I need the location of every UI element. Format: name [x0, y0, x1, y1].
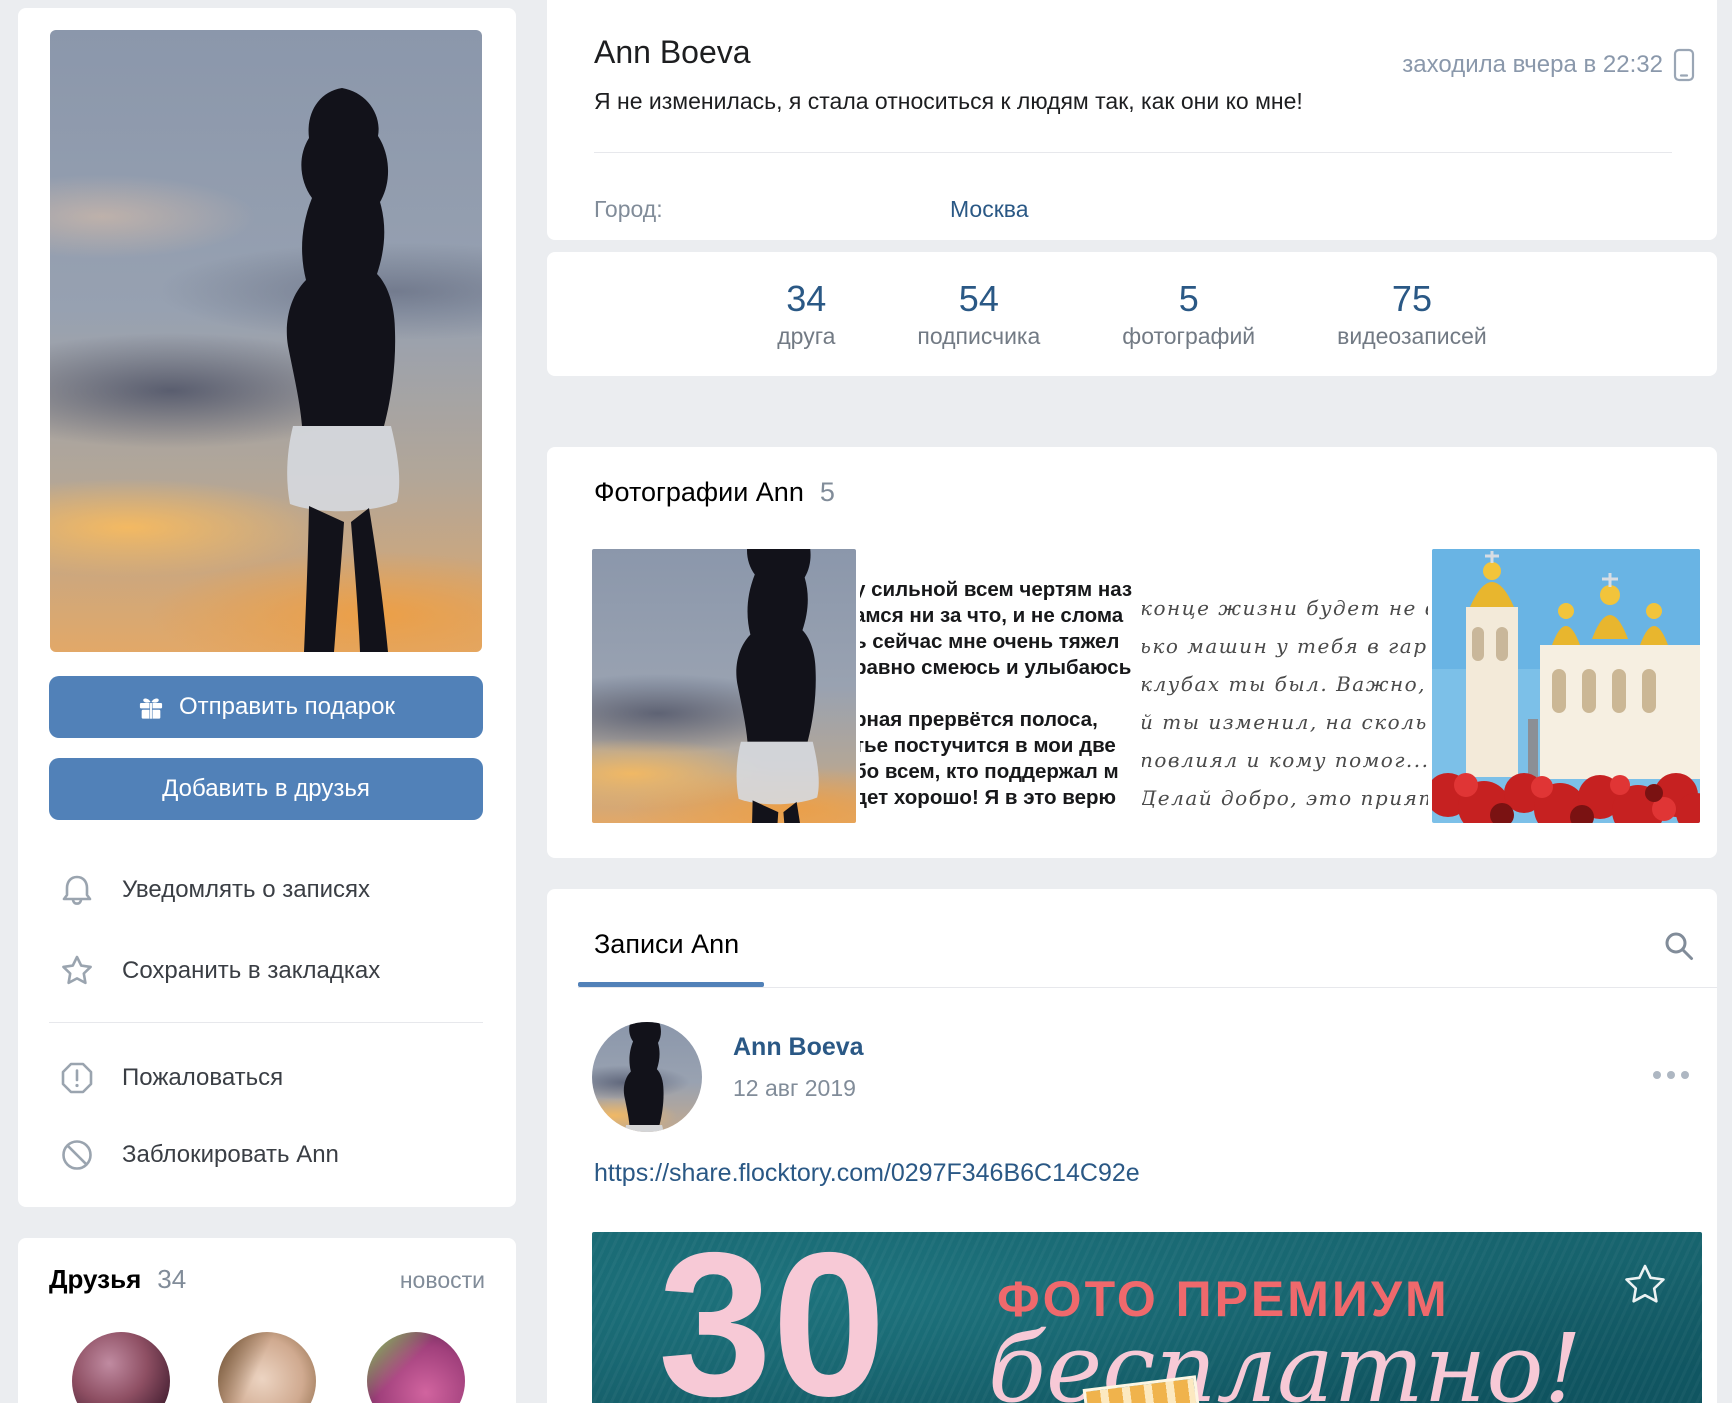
status-text[interactable]: Я не изменилась, я стала относиться к лю…	[594, 88, 1303, 115]
post-author-avatar[interactable]	[592, 1022, 702, 1132]
profile-photo-silhouette	[50, 30, 482, 652]
post-avatar-silhouette	[592, 1022, 702, 1132]
last-seen-text: заходила вчера в 22:32	[1402, 51, 1663, 79]
notify-posts-action[interactable]: Уведомлять о записях	[58, 867, 370, 913]
counter-videos[interactable]: 75 видеозаписей	[1329, 279, 1495, 350]
report-label: Пожаловаться	[122, 1064, 283, 1092]
photo-thumbnail-silhouette[interactable]	[592, 549, 856, 823]
counter-value: 5	[1179, 279, 1199, 319]
save-bookmarks-action[interactable]: Сохранить в закладках	[58, 948, 380, 994]
counter-label: видеозаписей	[1337, 323, 1487, 350]
add-friend-label: Добавить в друзья	[162, 775, 370, 803]
photos-count: 5	[820, 477, 835, 508]
city-link[interactable]: Москва	[950, 196, 1029, 223]
friend-avatar[interactable]	[72, 1332, 170, 1403]
phone-icon	[1673, 48, 1695, 82]
counter-value: 54	[959, 279, 999, 319]
photos-title[interactable]: Фотографии Ann	[594, 477, 804, 508]
counter-value: 75	[1392, 279, 1432, 319]
friends-news-link[interactable]: новости	[400, 1267, 485, 1294]
photo-thumbnail-church[interactable]	[1432, 549, 1700, 823]
friend-avatar[interactable]	[367, 1332, 465, 1403]
tab-wall-posts[interactable]: Записи Ann	[594, 929, 739, 960]
bell-icon	[58, 871, 96, 909]
send-gift-button[interactable]: Отправить подарок	[49, 676, 483, 738]
counter-label: друга	[777, 323, 835, 350]
save-bookmarks-label: Сохранить в закладках	[122, 957, 380, 985]
counter-photos[interactable]: 5 фотографий	[1114, 279, 1263, 350]
notify-posts-label: Уведомлять о записях	[122, 876, 370, 904]
city-label: Город:	[594, 196, 663, 223]
last-seen: заходила вчера в 22:32	[1402, 48, 1695, 82]
friends-title-link[interactable]: Друзья	[49, 1264, 141, 1295]
friend-avatar[interactable]	[218, 1332, 316, 1403]
post-link[interactable]: https://share.flocktory.com/0297F346B6C1…	[594, 1159, 1140, 1188]
photos-card: Фотографии Ann 5 у сильной всем чертям н…	[547, 447, 1717, 858]
send-gift-label: Отправить подарок	[179, 693, 395, 721]
sidebar-divider	[49, 1022, 483, 1023]
post-author-link[interactable]: Ann Boeva	[733, 1033, 864, 1062]
counter-followers[interactable]: 54 подписчика	[909, 279, 1048, 350]
post-date-link[interactable]: 12 авг 2019	[733, 1075, 856, 1102]
counter-label: фотографий	[1122, 323, 1255, 350]
report-icon	[58, 1059, 96, 1097]
counter-value: 34	[786, 279, 826, 319]
banner-number: 30	[658, 1232, 886, 1403]
counters-card: 34 друга 54 подписчика 5 фотографий 75 в…	[547, 252, 1717, 376]
photos-row: у сильной всем чертям наз амся ни за что…	[592, 549, 1700, 823]
friends-count: 34	[157, 1264, 186, 1295]
add-friend-button[interactable]: Добавить в друзья	[49, 758, 483, 820]
block-user-action[interactable]: Заблокировать Ann	[58, 1132, 339, 1178]
star-icon	[58, 952, 96, 990]
photo-silhouette	[592, 549, 856, 823]
report-action[interactable]: Пожаловаться	[58, 1055, 283, 1101]
gift-icon	[137, 693, 165, 721]
search-icon[interactable]	[1663, 930, 1695, 962]
photo-thumbnail-quote-script[interactable]: конце жизни будет не важ ько машин у теб…	[1142, 549, 1428, 823]
vk-profile-page: Отправить подарок Добавить в друзья Увед…	[0, 0, 1732, 1403]
star-outline-icon	[1622, 1262, 1668, 1308]
block-icon	[58, 1136, 96, 1174]
profile-sidebar-card: Отправить подарок Добавить в друзья Увед…	[18, 8, 516, 1207]
counter-label: подписчика	[917, 323, 1040, 350]
quote-bold-text: у сильной всем чертям наз амся ни за что…	[860, 549, 1138, 811]
ellipsis-icon[interactable]	[1653, 1071, 1689, 1079]
page-title: Ann Boeva	[594, 34, 751, 71]
block-user-label: Заблокировать Ann	[122, 1141, 339, 1169]
profile-photo[interactable]	[50, 30, 482, 652]
church-photo	[1432, 549, 1700, 823]
friends-card: Друзья 34 новости	[18, 1238, 516, 1403]
wall-card: Записи Ann Ann Boeva 12 авг 2019 https:/…	[547, 889, 1717, 1403]
profile-header-card: Ann Boeva заходила вчера в 22:32 Я не из…	[547, 0, 1717, 240]
photos-header: Фотографии Ann 5	[594, 477, 835, 508]
header-divider	[594, 152, 1672, 153]
photo-thumbnail-quote-bold[interactable]: у сильной всем чертям наз амся ни за что…	[860, 549, 1138, 823]
wall-header-divider	[578, 987, 1717, 988]
post-banner-image[interactable]: 30 ФОТО ПРЕМИУМ бесплатно!	[592, 1232, 1702, 1403]
quote-script-text: конце жизни будет не важ ько машин у теб…	[1142, 549, 1428, 817]
counter-friends[interactable]: 34 друга	[769, 279, 843, 350]
banner-subtitle: бесплатно!	[988, 1314, 1582, 1403]
friends-header: Друзья 34 новости	[49, 1264, 485, 1295]
